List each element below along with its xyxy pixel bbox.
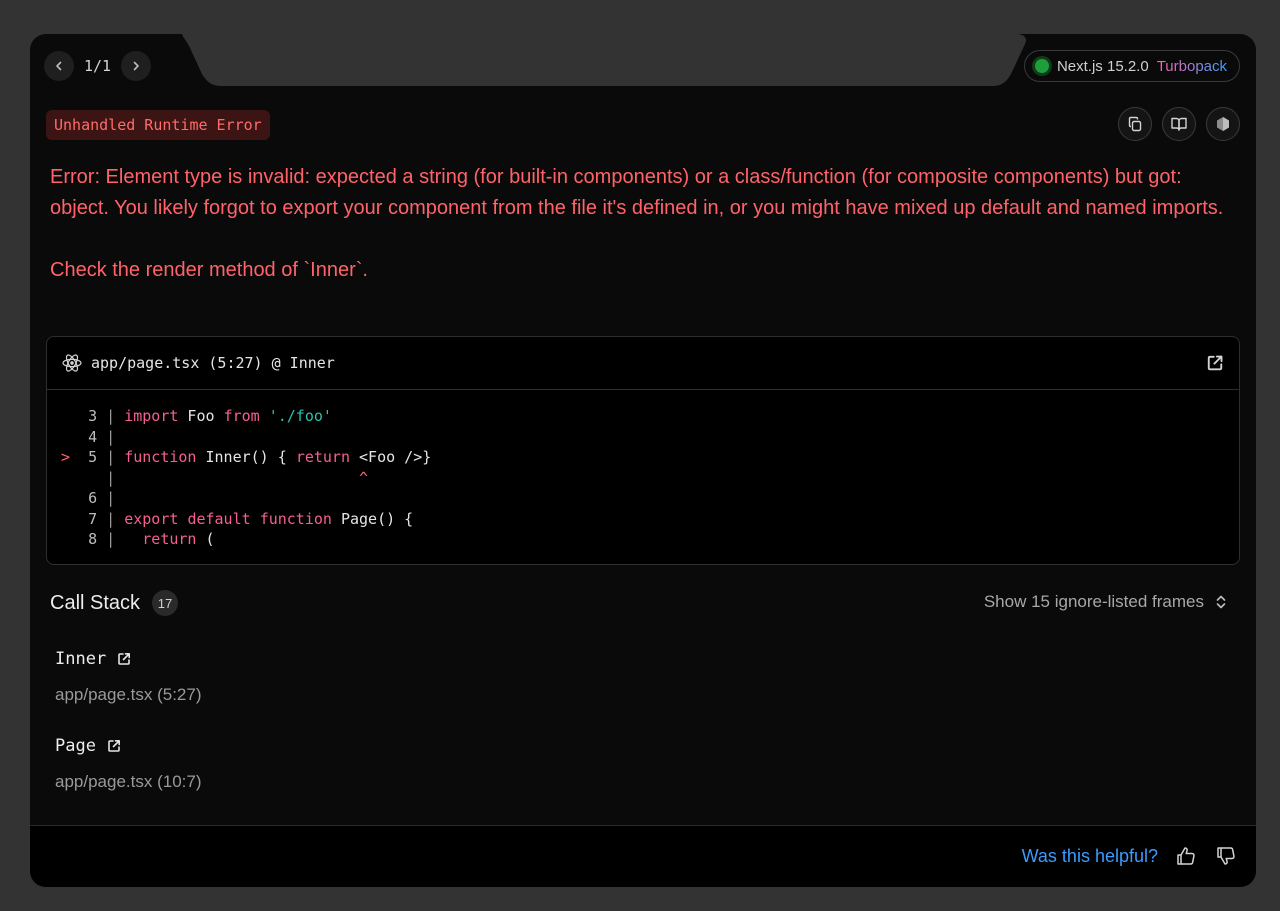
copy-icon [1128, 116, 1142, 132]
code-line: 3 | import Foo from './foo' [61, 406, 1239, 427]
line-number: 4 [70, 427, 107, 446]
line-number: 8 [70, 530, 107, 548]
error-overlay: 1/1 Next.js 15.2.0 Turbopack Unhandled R… [30, 34, 1256, 887]
stack-frame-name: Page [55, 736, 96, 756]
show-ignored-frames-toggle[interactable]: Show 15 ignore-listed frames [984, 592, 1228, 612]
error-line-marker [61, 407, 70, 425]
error-counter: 1/1 [84, 57, 112, 75]
bundler-label: Turbopack [1156, 57, 1227, 75]
error-line-marker [61, 428, 70, 446]
thumbs-down-button[interactable] [1214, 844, 1238, 868]
code-line: | ^ [61, 468, 1239, 489]
code-frame-body: 3 | import Foo from './foo' 4 | > 5 | fu… [47, 390, 1239, 550]
external-link-icon[interactable] [116, 651, 132, 667]
line-number [70, 469, 106, 487]
code-line: 4 | [61, 427, 1239, 448]
error-line-marker [61, 530, 70, 548]
line-number: 5 [70, 448, 107, 466]
call-stack-header: Call Stack 17 [50, 590, 179, 616]
error-message: Error: Element type is invalid: expected… [50, 166, 1224, 281]
nextjs-version: Next.js 15.2.0 [1056, 57, 1149, 75]
call-stack-count: 17 [152, 590, 179, 616]
external-link-icon[interactable] [106, 738, 122, 754]
stack-frame-location: app/page.tsx (10:7) [55, 772, 202, 791]
stack-frame-name: Inner [55, 649, 107, 669]
stack-frame: Page app/page.tsx (10:7) [55, 736, 201, 792]
code-line: > 5 | function Inner() { return <Foo />} [61, 448, 432, 466]
react-icon [62, 354, 82, 372]
error-line-marker [61, 510, 70, 528]
error-line-marker [61, 469, 70, 487]
call-stack-title: Call Stack [50, 591, 141, 614]
error-pagination: 1/1 [44, 50, 152, 82]
error-line-marker: > [61, 448, 71, 466]
code-frame-header: app/page.tsx (5:27) @ Inner [47, 337, 1239, 390]
code-line: 8 | return ( [61, 529, 1239, 550]
code-frame: app/page.tsx (5:27) @ Inner 3 | import F… [46, 336, 1240, 565]
error-line-marker [61, 489, 70, 507]
chevron-left-icon [56, 61, 62, 71]
docs-button[interactable] [1162, 107, 1196, 141]
status-dot-icon [1034, 59, 1049, 73]
error-toolbar [1118, 107, 1240, 141]
feedback-footer: Was this helpful? [30, 825, 1256, 887]
chevron-up-down-icon [1216, 595, 1226, 609]
thumbs-up-icon [1177, 847, 1195, 865]
nodejs-inspector-button[interactable] [1206, 107, 1240, 141]
nodejs-hexagon-icon [1217, 117, 1229, 131]
previous-error-button[interactable] [44, 51, 74, 81]
thumbs-down-icon [1217, 847, 1235, 865]
error-type-badge: Unhandled Runtime Error [46, 110, 270, 140]
version-badge[interactable]: Next.js 15.2.0 Turbopack [1023, 50, 1240, 82]
code-line: 6 | [61, 488, 1239, 509]
line-number: 3 [70, 407, 107, 425]
stack-frame-location: app/page.tsx (5:27) [55, 685, 202, 704]
code-line: 7 | export default function Page() { [61, 509, 1239, 530]
chevron-right-icon [133, 61, 139, 71]
copy-error-button[interactable] [1118, 107, 1152, 141]
line-number: 6 [70, 489, 107, 507]
feedback-prompt: Was this helpful? [1021, 846, 1158, 866]
book-icon [1171, 117, 1187, 131]
next-error-button[interactable] [121, 51, 152, 81]
open-in-editor-button[interactable] [1205, 353, 1225, 373]
header-tab-notch [182, 34, 1044, 86]
thumbs-up-button[interactable] [1174, 844, 1198, 868]
stack-frame: Inner app/page.tsx (5:27) [55, 649, 201, 705]
code-frame-file: app/page.tsx (5:27) @ Inner [91, 354, 335, 372]
show-ignored-frames-label: Show 15 ignore-listed frames [983, 592, 1204, 611]
external-link-icon [1207, 355, 1223, 371]
line-number: 7 [70, 509, 107, 528]
